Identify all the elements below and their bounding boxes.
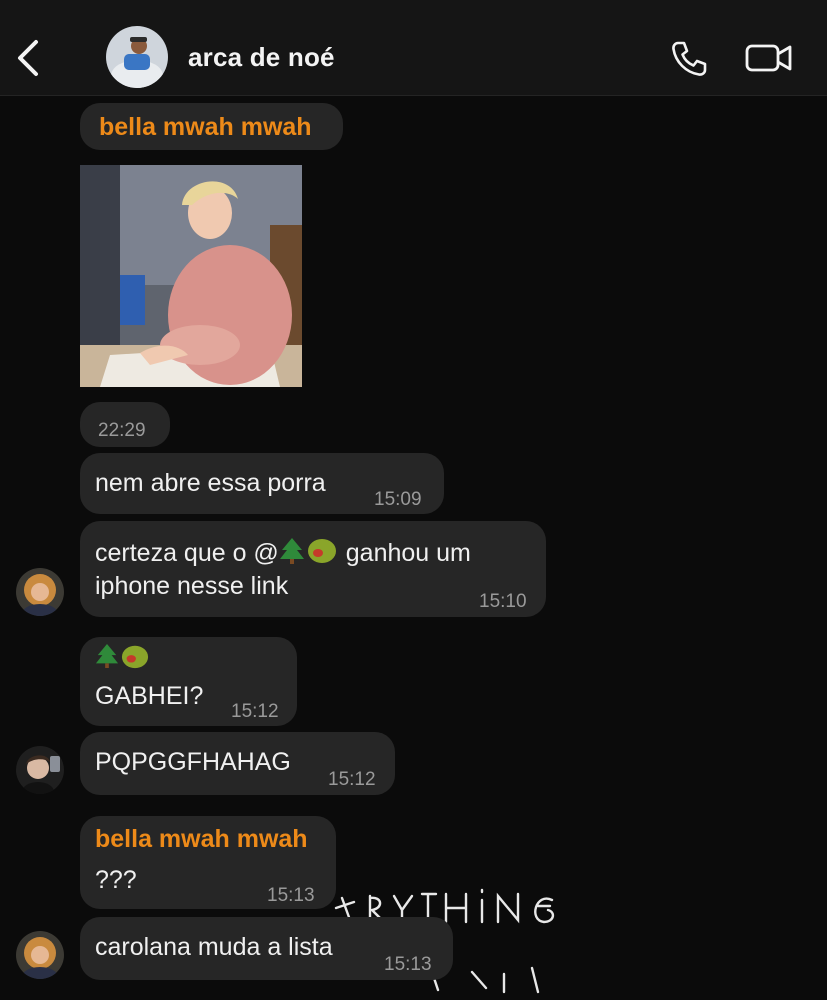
message-time: 22:29 — [98, 420, 146, 441]
group-avatar[interactable] — [106, 26, 168, 88]
tree-emoji — [279, 538, 304, 564]
tree-emoji — [95, 644, 119, 668]
emoji-line — [95, 641, 151, 675]
message-bubble[interactable]: 22:29 — [80, 402, 170, 447]
message-text: PQPGGFHAHAG — [95, 748, 291, 776]
sender-name: bella mwah mwah — [95, 825, 308, 853]
message-bubble[interactable]: bella mwah mwah ??? 15:13 — [80, 816, 336, 909]
message-time: 15:13 — [384, 954, 432, 975]
message-bubble[interactable]: certeza que o @ ganhou um iphone nesse l… — [80, 521, 546, 617]
sender-avatar[interactable] — [16, 931, 64, 979]
message-text: ??? — [95, 866, 137, 894]
sender-avatar[interactable] — [16, 568, 64, 616]
chat-header: arca de noé — [0, 0, 827, 96]
message-bubble[interactable]: GABHEI? 15:12 — [80, 637, 297, 726]
video-camera-icon[interactable] — [744, 40, 794, 76]
back-chevron-icon[interactable] — [14, 38, 44, 78]
message-text: iphone nesse link — [95, 572, 289, 600]
olive-emoji — [121, 645, 149, 669]
message-text: certeza que o @ ganhou um — [95, 535, 471, 570]
message-bubble[interactable]: nem abre essa porra 15:09 — [80, 453, 444, 514]
shared-photo[interactable] — [80, 165, 302, 387]
message-text-part: certeza que o @ — [95, 539, 279, 567]
sender-name: bella mwah mwah — [99, 113, 312, 141]
message-bubble[interactable]: carolana muda a lista 15:13 — [80, 917, 453, 980]
message-bubble[interactable]: PQPGGFHAHAG 15:12 — [80, 732, 395, 795]
message-text-part: ganhou um — [338, 539, 471, 567]
phone-icon[interactable] — [668, 38, 710, 80]
message-bubble[interactable]: bella mwah mwah — [80, 103, 343, 150]
message-time: 15:10 — [479, 591, 527, 612]
message-time: 15:12 — [231, 701, 279, 722]
message-time: 15:12 — [328, 769, 376, 790]
message-time: 15:13 — [267, 885, 315, 906]
olive-emoji — [307, 539, 336, 563]
sender-avatar[interactable] — [16, 746, 64, 794]
chat-title[interactable]: arca de noé — [188, 42, 335, 73]
message-text: carolana muda a lista — [95, 933, 333, 961]
message-text: GABHEI? — [95, 682, 204, 710]
message-time: 15:09 — [374, 489, 422, 510]
message-text: nem abre essa porra — [95, 469, 326, 497]
